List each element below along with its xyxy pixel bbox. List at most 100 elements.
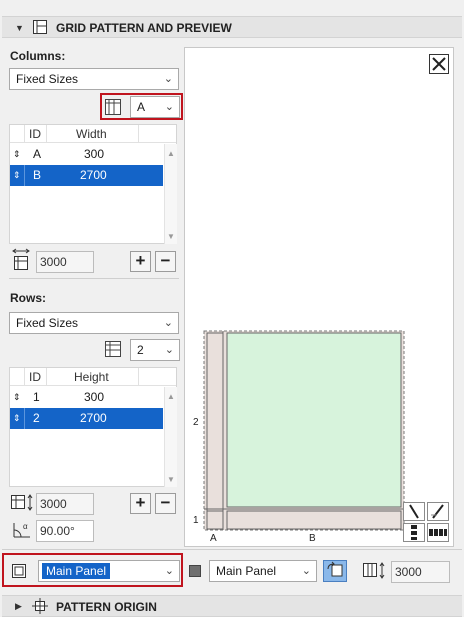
remove-icon: − [160, 493, 171, 512]
add-icon: + [135, 493, 146, 512]
divider [2, 549, 462, 550]
table-row[interactable]: ⇕ B 2700 [10, 165, 163, 186]
column-grid-icon [105, 99, 121, 115]
horizontal-layout-icon [429, 529, 447, 536]
angle-icon: α [13, 522, 30, 538]
row-label: 1 [193, 515, 199, 526]
chevron-down-icon: ⌄ [301, 565, 311, 577]
chevron-down-icon: ⌄ [163, 317, 173, 329]
columns-label: Columns: [10, 49, 66, 63]
panel-type-value: Main Panel [40, 562, 112, 580]
remove-row-button[interactable]: − [155, 493, 176, 514]
scroll-down-icon[interactable]: ▼ [167, 475, 175, 484]
panel-type-select[interactable]: Main Panel ⌄ [38, 560, 180, 582]
size-icon [363, 562, 385, 579]
columns-pattern-select[interactable]: A ⌄ [130, 96, 180, 118]
section-title: GRID PATTERN AND PREVIEW [56, 21, 232, 35]
chevron-down-icon: ⌄ [164, 344, 174, 356]
row-width[interactable]: 300 [84, 144, 104, 165]
row-id: 2 [33, 411, 40, 425]
close-preview-button[interactable] [429, 54, 449, 74]
horizontal-layout-button[interactable] [427, 523, 449, 542]
chevron-down-icon: ⌄ [164, 565, 174, 577]
panel-swatch-icon [189, 565, 201, 577]
column-header-id: ID [29, 127, 41, 141]
chevron-down-icon: ⌄ [164, 101, 174, 113]
remove-column-button[interactable]: − [155, 251, 176, 272]
grid-pattern-section-header[interactable]: ▼ GRID PATTERN AND PREVIEW [2, 16, 462, 38]
rows-table-header: ID Height [10, 368, 176, 386]
pattern-origin-section-header[interactable]: ▶ PATTERN ORIGIN [2, 595, 462, 617]
panel-material-select[interactable]: Main Panel ⌄ [209, 560, 317, 582]
row-width[interactable]: 2700 [80, 165, 107, 186]
grid-preview: 2 1 A B [184, 47, 454, 547]
rows-pattern-select[interactable]: 2 ⌄ [130, 339, 180, 361]
reorder-icon[interactable]: ⇕ [13, 165, 21, 186]
reorder-icon[interactable]: ⇕ [13, 144, 21, 165]
apply-to-all-button[interactable] [323, 560, 347, 582]
rows-total-field[interactable]: 3000 [36, 493, 94, 515]
diagonal-left-icon [409, 504, 419, 519]
columns-table-scrollbar[interactable]: ▲ ▼ [164, 144, 177, 244]
columns-mode-value: Fixed Sizes [16, 72, 79, 86]
columns-mode-select[interactable]: Fixed Sizes ⌄ [9, 68, 179, 90]
columns-pattern-value: A [137, 100, 146, 114]
table-row[interactable]: ⇕ A 300 [10, 144, 163, 165]
width-icon [12, 248, 30, 270]
column-header-width: Width [76, 127, 107, 141]
scroll-down-icon[interactable]: ▼ [167, 232, 175, 241]
reorder-icon[interactable]: ⇕ [13, 387, 21, 408]
settings-panel: ▼ GRID PATTERN AND PREVIEW Columns: Fixe… [0, 0, 464, 617]
grid-pattern-drawing [203, 330, 405, 531]
section-title: PATTERN ORIGIN [56, 600, 157, 614]
add-icon: + [135, 251, 146, 270]
expand-triangle-icon[interactable]: ▶ [15, 601, 22, 612]
diagonal-right-icon [431, 504, 444, 519]
column-header-id: ID [29, 370, 41, 384]
column-label: A [210, 533, 217, 544]
rows-table-scrollbar[interactable]: ▲ ▼ [164, 387, 177, 487]
size-field[interactable]: 3000 [391, 561, 450, 583]
diagonal-left-button[interactable] [403, 502, 425, 521]
vertical-layout-icon [411, 525, 417, 540]
pattern-origin-icon [32, 598, 48, 614]
row-height[interactable]: 300 [84, 387, 104, 408]
row-id: A [33, 147, 42, 161]
column-label: B [309, 533, 316, 544]
panel-material-value: Main Panel [216, 564, 277, 578]
reorder-icon[interactable]: ⇕ [13, 408, 21, 429]
chevron-down-icon: ⌄ [163, 73, 173, 85]
table-row[interactable]: ⇕ 1 300 [10, 387, 163, 408]
diagonal-right-button[interactable] [427, 502, 449, 521]
grid-pattern-icon [33, 20, 47, 34]
panel-icon [12, 564, 26, 578]
add-column-button[interactable]: + [130, 251, 151, 272]
collapse-triangle-icon[interactable]: ▼ [15, 23, 24, 33]
row-id: 1 [33, 390, 40, 404]
row-id: B [33, 168, 42, 182]
angle-field[interactable]: 90.00° [36, 520, 94, 542]
rows-label: Rows: [10, 291, 46, 305]
remove-icon: − [160, 251, 171, 270]
vertical-layout-button[interactable] [403, 523, 425, 542]
divider [9, 278, 179, 279]
close-icon [432, 57, 446, 71]
link-icon [327, 561, 343, 577]
rows-mode-select[interactable]: Fixed Sizes ⌄ [9, 312, 179, 334]
columns-table: ID Width ⇕ A 300 ⇕ B 2700 ▲ ▼ [9, 124, 177, 244]
columns-table-header: ID Width [10, 125, 176, 143]
scroll-up-icon[interactable]: ▲ [167, 392, 175, 401]
row-grid-icon [105, 341, 121, 357]
rows-mode-value: Fixed Sizes [16, 316, 79, 330]
rows-table: ID Height ⇕ 1 300 ⇕ 2 2700 ▲ ▼ [9, 367, 177, 487]
height-icon [11, 494, 33, 511]
column-header-height: Height [74, 370, 109, 384]
row-label: 2 [193, 417, 199, 428]
columns-total-field[interactable]: 3000 [36, 251, 94, 273]
table-row[interactable]: ⇕ 2 2700 [10, 408, 163, 429]
svg-text:α: α [23, 522, 28, 531]
rows-pattern-value: 2 [137, 343, 144, 357]
row-height[interactable]: 2700 [80, 408, 107, 429]
add-row-button[interactable]: + [130, 493, 151, 514]
scroll-up-icon[interactable]: ▲ [167, 149, 175, 158]
